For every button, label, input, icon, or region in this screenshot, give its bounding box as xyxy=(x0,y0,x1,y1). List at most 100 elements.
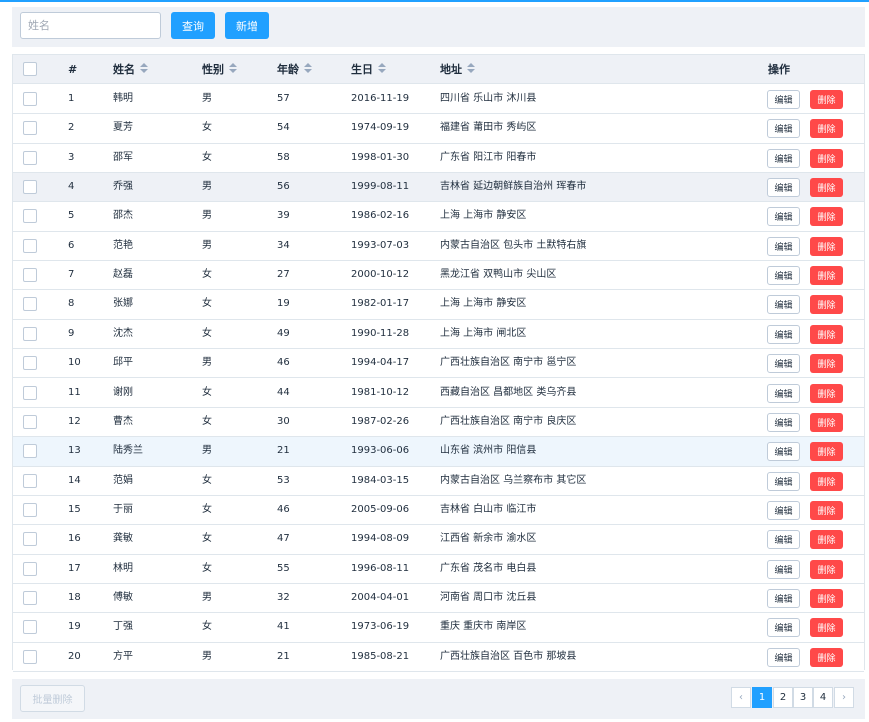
header-address[interactable]: 地址 xyxy=(440,55,475,84)
header-birthday[interactable]: 生日 xyxy=(351,55,386,84)
sort-icon[interactable] xyxy=(378,63,386,74)
name-search-input[interactable] xyxy=(20,12,161,39)
delete-button[interactable]: 删除 xyxy=(810,148,843,168)
cell-gender: 男 xyxy=(202,357,212,369)
edit-button[interactable]: 编辑 xyxy=(767,588,800,608)
edit-button[interactable]: 编辑 xyxy=(767,266,800,286)
delete-button[interactable]: 删除 xyxy=(810,530,843,550)
row-checkbox[interactable] xyxy=(23,209,37,224)
table-row: 18 傅敏 男 32 2004-04-01 河南省 周口市 沈丘县 编辑 删除 xyxy=(13,583,864,614)
cell-gender: 女 xyxy=(202,621,212,633)
select-all-checkbox[interactable] xyxy=(23,62,37,76)
row-checkbox[interactable] xyxy=(23,150,37,165)
delete-button[interactable]: 删除 xyxy=(810,90,843,109)
delete-button[interactable]: 删除 xyxy=(810,178,843,198)
row-checkbox[interactable] xyxy=(23,180,37,195)
edit-button[interactable]: 编辑 xyxy=(767,412,800,432)
header-name[interactable]: 姓名 xyxy=(113,55,148,84)
page-3-button[interactable]: 3 xyxy=(793,687,813,708)
row-checkbox[interactable] xyxy=(23,561,37,576)
edit-button[interactable]: 编辑 xyxy=(767,471,800,491)
cell-name: 张娜 xyxy=(113,298,133,310)
row-checkbox[interactable] xyxy=(23,238,37,253)
delete-button[interactable]: 删除 xyxy=(810,119,843,139)
edit-button[interactable]: 编辑 xyxy=(767,530,800,550)
sort-icon[interactable] xyxy=(229,63,237,74)
cell-name: 夏芳 xyxy=(113,122,133,134)
delete-button[interactable]: 删除 xyxy=(810,236,843,256)
cell-age: 21 xyxy=(277,650,290,662)
table-row: 9 沈杰 女 49 1990-11-28 上海 上海市 闸北区 编辑 删除 xyxy=(13,319,864,350)
sort-icon[interactable] xyxy=(304,63,312,74)
page-1-button[interactable]: 1 xyxy=(752,687,772,708)
row-checkbox[interactable] xyxy=(23,385,37,400)
edit-button[interactable]: 编辑 xyxy=(767,383,800,403)
cell-address: 山东省 滨州市 阳信县 xyxy=(440,445,537,457)
edit-button[interactable]: 编辑 xyxy=(767,442,800,462)
row-checkbox[interactable] xyxy=(23,590,37,605)
cell-gender: 男 xyxy=(202,239,212,251)
edit-button[interactable]: 编辑 xyxy=(767,178,800,198)
header-age[interactable]: 年龄 xyxy=(277,55,312,84)
edit-button[interactable]: 编辑 xyxy=(767,236,800,256)
cell-name: 范娟 xyxy=(113,474,133,486)
cell-birthday: 1990-11-28 xyxy=(351,327,410,339)
delete-button[interactable]: 删除 xyxy=(810,383,843,403)
edit-button[interactable]: 编辑 xyxy=(767,559,800,579)
cell-age: 34 xyxy=(277,239,290,251)
sort-icon[interactable] xyxy=(140,63,148,74)
delete-button[interactable]: 删除 xyxy=(810,412,843,432)
edit-button[interactable]: 编辑 xyxy=(767,119,800,139)
delete-button[interactable]: 删除 xyxy=(810,324,843,344)
delete-button[interactable]: 删除 xyxy=(810,266,843,286)
cell-address: 上海 上海市 静安区 xyxy=(440,298,527,310)
delete-button[interactable]: 删除 xyxy=(810,500,843,520)
cell-index: 9 xyxy=(68,327,75,339)
header-gender[interactable]: 性别 xyxy=(202,55,237,84)
edit-button[interactable]: 编辑 xyxy=(767,354,800,374)
delete-button[interactable]: 删除 xyxy=(810,588,843,608)
edit-button[interactable]: 编辑 xyxy=(767,148,800,168)
delete-button[interactable]: 删除 xyxy=(810,295,843,315)
page-4-button[interactable]: 4 xyxy=(813,687,833,708)
header-age-label: 年龄 xyxy=(277,63,299,76)
row-checkbox[interactable] xyxy=(23,268,37,283)
add-button[interactable]: 新增 xyxy=(225,12,269,39)
edit-button[interactable]: 编辑 xyxy=(767,324,800,344)
row-checkbox[interactable] xyxy=(23,444,37,459)
delete-button[interactable]: 删除 xyxy=(810,442,843,462)
row-checkbox[interactable] xyxy=(23,121,37,136)
table-row: 13 陆秀兰 男 21 1993-06-06 山东省 滨州市 阳信县 编辑 删除 xyxy=(13,437,864,467)
row-checkbox[interactable] xyxy=(23,502,37,517)
row-checkbox[interactable] xyxy=(23,297,37,312)
edit-button[interactable]: 编辑 xyxy=(767,618,800,638)
table-row: 7 赵磊 女 27 2000-10-12 黑龙江省 双鸭山市 尖山区 编辑 删除 xyxy=(13,261,864,291)
delete-button[interactable]: 删除 xyxy=(810,207,843,227)
row-checkbox[interactable] xyxy=(23,532,37,547)
row-checkbox[interactable] xyxy=(23,473,37,488)
row-checkbox[interactable] xyxy=(23,414,37,429)
delete-button[interactable]: 删除 xyxy=(810,471,843,491)
delete-button[interactable]: 删除 xyxy=(810,618,843,638)
next-page-icon[interactable]: › xyxy=(834,687,854,708)
delete-button[interactable]: 删除 xyxy=(810,354,843,374)
edit-button[interactable]: 编辑 xyxy=(767,295,800,315)
edit-button[interactable]: 编辑 xyxy=(767,90,800,109)
prev-page-icon[interactable]: ‹ xyxy=(731,687,751,708)
cell-index: 4 xyxy=(68,181,75,193)
delete-button[interactable]: 删除 xyxy=(810,559,843,579)
row-checkbox[interactable] xyxy=(23,92,37,106)
row-checkbox[interactable] xyxy=(23,649,37,664)
batch-delete-button[interactable]: 批量删除 xyxy=(20,685,85,712)
page-2-button[interactable]: 2 xyxy=(773,687,793,708)
cell-birthday: 1973-06-19 xyxy=(351,621,410,633)
delete-button[interactable]: 删除 xyxy=(810,647,843,667)
row-checkbox[interactable] xyxy=(23,620,37,635)
edit-button[interactable]: 编辑 xyxy=(767,500,800,520)
query-button[interactable]: 查询 xyxy=(171,12,215,39)
edit-button[interactable]: 编辑 xyxy=(767,207,800,227)
edit-button[interactable]: 编辑 xyxy=(767,647,800,667)
row-checkbox[interactable] xyxy=(23,356,37,371)
row-checkbox[interactable] xyxy=(23,326,37,341)
sort-icon[interactable] xyxy=(467,63,475,74)
